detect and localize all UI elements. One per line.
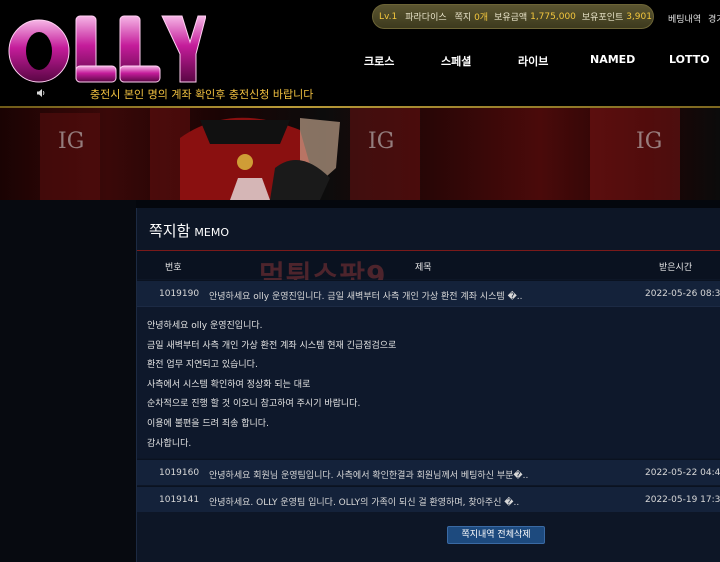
memo-subject[interactable]: 안녕하세요 회원님 운영팀입니다. 사측에서 확인한결과 회원님께서 베팅하신 … [209, 468, 528, 481]
nav-live[interactable]: 라이브 [518, 53, 548, 69]
point-value: 3,901 [626, 11, 652, 22]
memo-body-line: 순차적으로 진행 할 것 이오니 참고하여 주시기 바랍니다. [147, 399, 361, 410]
left-sidebar [0, 200, 136, 562]
olly-logo[interactable] [6, 10, 206, 92]
memo-body-line: 사측에서 시스템 확인하여 정상화 되는 대로 [147, 379, 311, 390]
site-header: Lv.1 파라다이스 쪽지 0개 보유금액 1,775,000 보유포인트 3,… [0, 0, 720, 108]
memo-title: 쪽지함 MEMO [149, 220, 229, 241]
point-label: 보유포인트 [581, 13, 624, 23]
memo-row[interactable]: 1019141 안녕하세요. OLLY 운영팀 입니다. OLLY의 가족이 되… [137, 486, 720, 512]
memo-number: 1019160 [159, 468, 200, 478]
notice-ticker: 충전시 본인 명의 계좌 확인후 충전신청 바랍니다 [90, 88, 314, 101]
memo-body-line: 환전 업무 지연되고 있습니다. [147, 360, 258, 371]
speaker-icon [37, 89, 45, 97]
memo-count[interactable]: 0개 [474, 10, 488, 23]
nav-lotto[interactable]: LOTTO [669, 53, 710, 66]
app-window: Lv.1 파라다이스 쪽지 0개 보유금액 1,775,000 보유포인트 3,… [0, 0, 720, 562]
memo-row[interactable]: 1019160 안녕하세요 회원님 운영팀입니다. 사측에서 확인한결과 회원님… [137, 459, 720, 485]
col-subject: 제목 [415, 263, 432, 273]
memo-received: 2022-05-19 17:39 [645, 495, 720, 505]
nav-named[interactable]: NAMED [590, 53, 635, 66]
memo-row[interactable]: 1019190 안녕하세요 olly 운영진입니다. 금일 새벽부터 사측 개인… [137, 280, 720, 306]
svg-text:IG: IG [368, 129, 394, 154]
svg-text:IG: IG [636, 129, 662, 154]
user-info-bar: Lv.1 파라다이스 쪽지 0개 보유금액 1,775,000 보유포인트 3,… [372, 4, 654, 29]
memo-panel: 쪽지함 MEMO 번호 제목 받은시간 먹튀스팟9 1019190 안녕하세요 o… [136, 208, 720, 562]
svg-text:IG: IG [58, 129, 84, 154]
delete-all-memos-button[interactable]: 쪽지내역 전체삭제 [447, 526, 545, 544]
nav-cross[interactable]: 크로스 [364, 53, 394, 69]
memo-body-line: 안녕하세요 olly 운영진입니다. [147, 321, 263, 331]
game-link[interactable]: 경기 [708, 12, 720, 25]
money-label: 보유금액 [494, 13, 528, 23]
col-number: 번호 [165, 263, 182, 273]
memo-received: 2022-05-22 04:43 [645, 468, 720, 478]
memo-body-line: 이용에 불편을 드려 죄송 합니다. [147, 418, 269, 429]
banner-players-image: IG IG IG [40, 108, 680, 200]
money-value: 1,775,000 [530, 11, 576, 22]
memo-subject[interactable]: 안녕하세요 olly 운영진입니다. 금일 새벽부터 사측 개인 가상 환전 계… [209, 289, 523, 302]
memo-body-line: 감사합니다. [147, 438, 192, 449]
memo-body: 안녕하세요 olly 운영진입니다. 금일 새벽부터 사측 개인 가상 환전 계… [137, 306, 720, 458]
user-nickname: 파라다이스 [405, 13, 447, 23]
col-received: 받은시간 [659, 263, 693, 273]
memo-label[interactable]: 쪽지 [455, 10, 472, 23]
memo-number: 1019141 [159, 495, 200, 505]
user-level: Lv.1 [379, 11, 398, 22]
memo-received: 2022-05-26 08:36 [645, 289, 720, 299]
hero-banner: IG IG IG [0, 108, 720, 200]
memo-body-line: 금일 새벽부터 사측 개인 가상 환전 계좌 시스템 현재 긴급점검으로 [147, 340, 397, 351]
memo-title-text: 쪽지함 [149, 222, 191, 240]
nav-special[interactable]: 스페셜 [441, 53, 471, 69]
memo-subject[interactable]: 안녕하세요. OLLY 운영팀 입니다. OLLY의 가족이 되신 걸 환영하며… [209, 495, 519, 508]
betting-history-link[interactable]: 베팅내역 [668, 12, 701, 25]
memo-subtitle: MEMO [194, 226, 229, 239]
memo-number: 1019190 [159, 289, 200, 299]
memo-table-header: 번호 제목 받은시간 [137, 251, 720, 279]
